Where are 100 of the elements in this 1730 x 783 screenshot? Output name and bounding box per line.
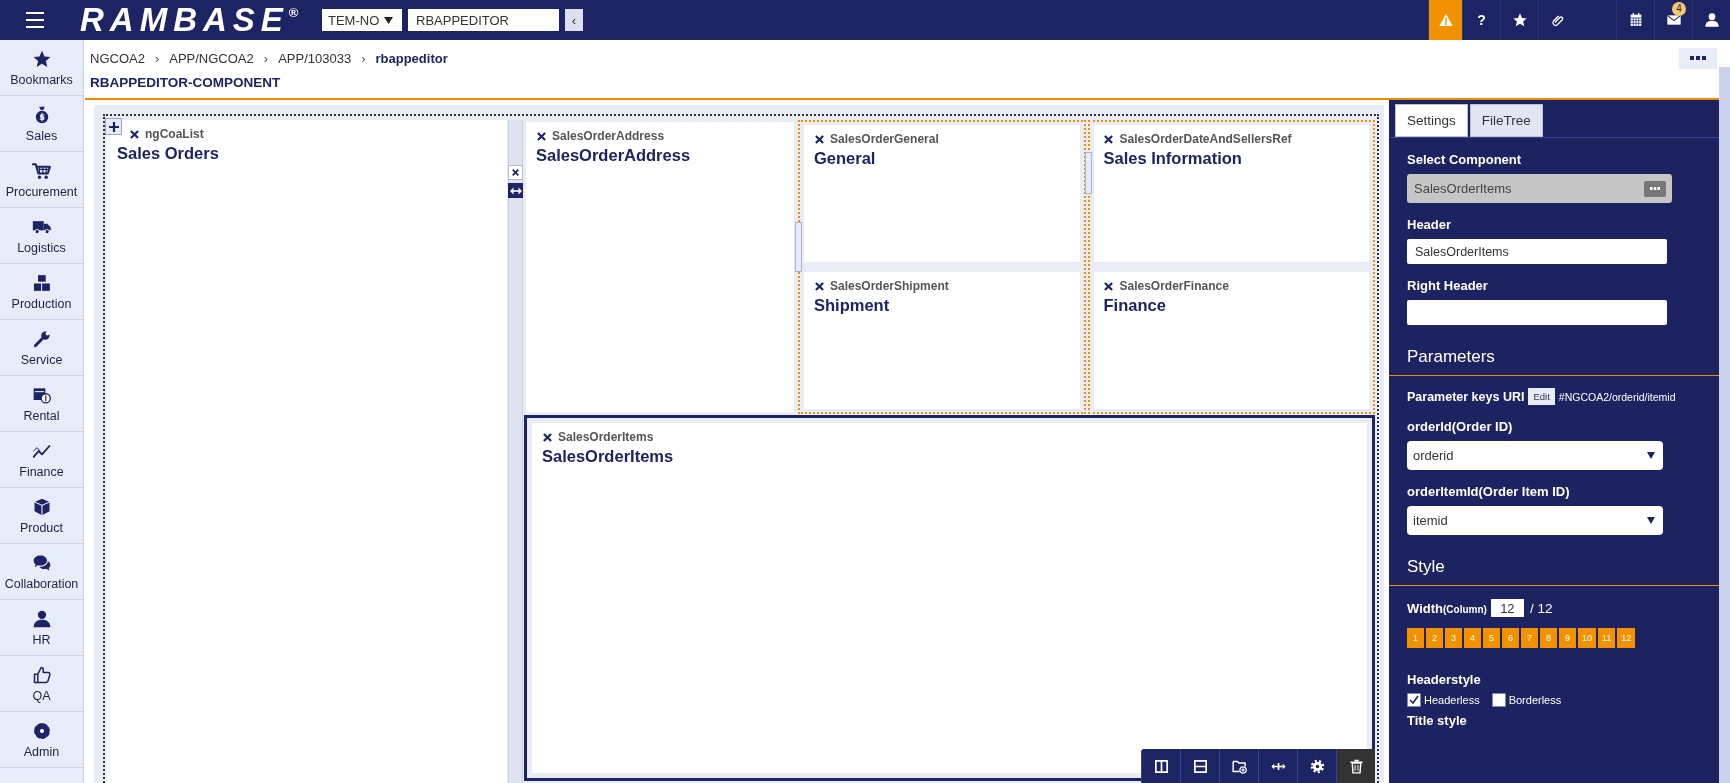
dropdown[interactable]: orderid <box>1407 441 1663 470</box>
component-name: ngCoaList <box>145 127 204 141</box>
logo: RAMBASE$^{®}$ <box>80 0 300 40</box>
component-header: Shipment <box>814 296 891 315</box>
caret-icon <box>1647 517 1655 524</box>
field-label: orderId(Order ID) <box>1407 419 1514 434</box>
box-icon <box>31 496 52 517</box>
calendar-icon <box>1627 12 1644 28</box>
more-icon <box>1650 187 1660 190</box>
tab[interactable]: FileTree <box>1469 104 1543 137</box>
caret-icon <box>1647 452 1655 459</box>
warning-icon <box>1437 12 1454 28</box>
remove-button[interactable] <box>814 134 824 144</box>
caret-icon <box>384 16 394 24</box>
field-label: Right Header <box>1407 278 1489 293</box>
remove-button[interactable] <box>542 432 552 442</box>
close-icon <box>814 281 824 291</box>
field-label: Title style <box>1407 713 1468 728</box>
breadcrumb-separator: › <box>263 50 269 66</box>
width-total: / 12 <box>1529 600 1553 616</box>
person-icon <box>31 608 52 629</box>
field-label: orderItemId(Order Item ID) <box>1407 484 1571 499</box>
edit-button[interactable]: Edit <box>1528 388 1555 405</box>
breadcrumb-link[interactable]: NGCOA2 <box>90 50 145 66</box>
cubes-icon <box>31 272 52 293</box>
breadcrumb-link[interactable]: APP/NGCOA2 <box>169 50 254 66</box>
column-splitter[interactable] <box>508 120 523 783</box>
component-card[interactable]: SalesOrderItems SalesOrderItems <box>532 423 1367 773</box>
toolbar-button[interactable] <box>1428 0 1462 40</box>
toolbar-button[interactable]: 4 <box>1654 0 1692 40</box>
width-field[interactable]: 12 <box>1490 599 1524 617</box>
gear-icon <box>31 720 52 741</box>
field-label: Header <box>1407 217 1453 232</box>
close-icon <box>129 129 139 139</box>
input-field[interactable]: SalesOrderItems <box>1407 239 1667 264</box>
dropdown[interactable]: itemid <box>1407 506 1663 535</box>
rows-icon <box>1191 757 1209 775</box>
tab[interactable]: Settings <box>1395 104 1468 137</box>
mail-icon <box>1665 12 1682 28</box>
check-icon <box>1409 695 1419 705</box>
checkbox-label: Borderless <box>1508 694 1562 706</box>
close-icon <box>814 134 824 144</box>
component-name: SalesOrderDateAndSellersRef <box>1119 132 1292 146</box>
breadcrumb-link[interactable]: APP/103033 <box>278 50 352 66</box>
close-icon <box>1104 134 1113 144</box>
remove-button[interactable] <box>814 281 824 291</box>
component-header: Sales Information <box>1103 149 1243 168</box>
scrollbar[interactable] <box>1719 67 1730 783</box>
trash-icon <box>1347 757 1365 775</box>
breadcrumb-link[interactable]: rbappeditor <box>375 50 448 66</box>
component-header: SalesOrderAddress <box>536 146 692 165</box>
component-card[interactable]: SalesOrderDateAndSellersRef Sales Information <box>1093 125 1369 262</box>
page-title: RBAPPEDITOR-COMPONENT <box>90 75 282 90</box>
resize-icon <box>509 186 522 195</box>
uri-value: #NGCOA2/orderid/itemid <box>1558 390 1676 403</box>
browse-button[interactable] <box>1644 180 1666 197</box>
close-icon <box>542 432 552 442</box>
remove-button[interactable] <box>1103 134 1114 144</box>
remove-button[interactable] <box>508 165 523 180</box>
company-select[interactable]: TEM-NO <box>322 9 402 31</box>
remove-button[interactable] <box>536 131 546 141</box>
columns-icon <box>1152 757 1170 775</box>
menu-icon <box>25 11 45 29</box>
close-icon <box>536 131 546 141</box>
add-button[interactable] <box>105 118 122 135</box>
close-icon <box>1104 281 1113 291</box>
toolbar-button[interactable] <box>1336 749 1375 783</box>
cart-icon <box>31 160 52 181</box>
more-button[interactable] <box>1679 47 1717 69</box>
component-card[interactable]: SalesOrderFinance Finance <box>1093 272 1369 409</box>
breadcrumb-separator: › <box>154 50 160 66</box>
resize-button[interactable] <box>508 183 523 198</box>
component-card[interactable]: SalesOrderAddress SalesOrderAddress <box>526 122 794 412</box>
collapse-button[interactable]: ‹ <box>565 9 583 31</box>
field-label: Headerstyle <box>1407 672 1482 687</box>
component-card[interactable]: ngCoaList Sales Orders <box>107 120 507 783</box>
plus-icon <box>108 121 119 132</box>
component-header: General <box>814 149 877 168</box>
remove-button[interactable] <box>129 129 139 139</box>
component-header: Finance <box>1103 296 1167 315</box>
resize-handle[interactable] <box>795 222 802 272</box>
gear-icon <box>1308 757 1326 775</box>
component-card[interactable]: SalesOrderGeneral General <box>804 125 1080 262</box>
toolbar-button[interactable]: ? <box>1462 0 1500 40</box>
component-select[interactable]: SalesOrderItems <box>1407 174 1672 203</box>
checkbox[interactable] <box>1491 693 1506 707</box>
component-header: SalesOrderItems <box>542 447 675 466</box>
checkbox[interactable] <box>1407 693 1421 707</box>
resize-handle[interactable] <box>1084 152 1092 194</box>
field-label: Width(Column) <box>1407 600 1487 616</box>
checkbox-label: Headerless <box>1424 694 1480 706</box>
close-icon <box>512 169 519 176</box>
app-field[interactable]: RBAPPEDITOR <box>408 9 559 31</box>
input-field[interactable] <box>1407 300 1667 325</box>
component-name: SalesOrderItems <box>558 430 654 444</box>
field-label: Select Component <box>1407 152 1523 167</box>
component-card[interactable]: SalesOrderShipment Shipment <box>804 272 1080 409</box>
person-icon <box>1703 12 1720 28</box>
breadcrumb-separator: › <box>361 50 366 66</box>
remove-button[interactable] <box>1103 281 1114 291</box>
